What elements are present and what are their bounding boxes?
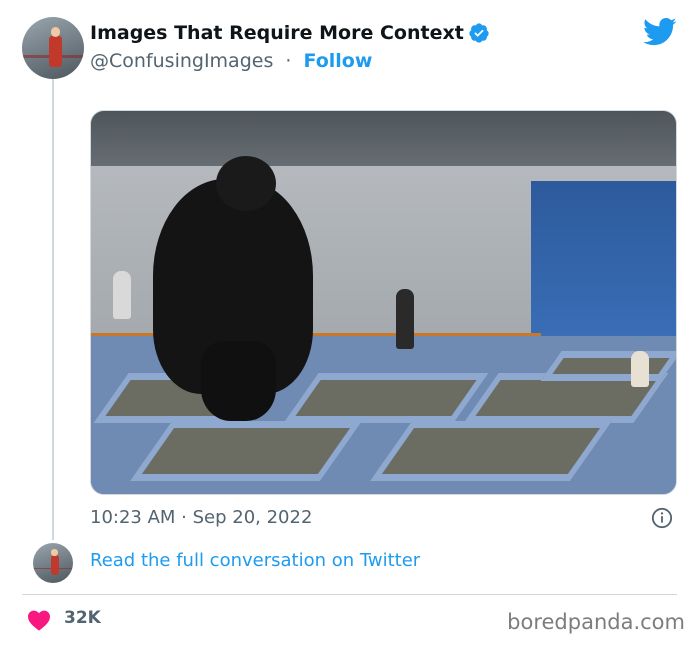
separator-dot: ·	[285, 50, 292, 72]
thread-line	[52, 78, 54, 540]
tweet-media-image[interactable]	[90, 110, 677, 495]
author-display-name[interactable]: Images That Require More Context	[90, 22, 464, 44]
info-icon[interactable]	[651, 507, 673, 529]
divider	[22, 594, 677, 595]
author-avatar[interactable]	[22, 17, 84, 79]
read-conversation-link[interactable]: Read the full conversation on Twitter	[90, 550, 420, 571]
reply-avatar[interactable]	[33, 543, 73, 583]
heart-icon[interactable]	[27, 609, 51, 631]
author-handle[interactable]: @ConfusingImages	[90, 50, 273, 72]
tweet-card: Images That Require More Context @Confus…	[0, 0, 700, 647]
twitter-bird-icon[interactable]	[643, 17, 677, 47]
tweet-timestamp[interactable]: 10:23 AM · Sep 20, 2022	[90, 507, 312, 528]
verified-badge-icon	[469, 23, 489, 43]
author-name-row: Images That Require More Context	[90, 22, 490, 44]
author-handle-row: @ConfusingImages · Follow	[90, 50, 372, 72]
watermark: boredpanda.com	[507, 610, 685, 634]
like-count: 32K	[64, 608, 101, 628]
follow-button[interactable]: Follow	[304, 50, 373, 72]
